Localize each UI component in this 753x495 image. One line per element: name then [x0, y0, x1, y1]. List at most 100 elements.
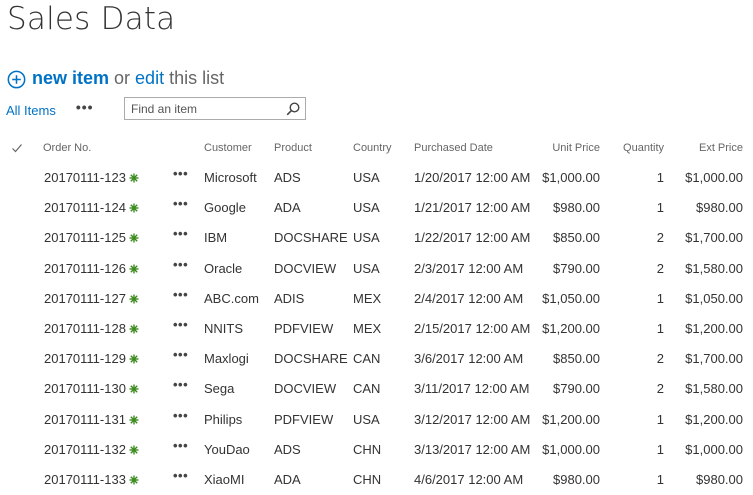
- product-cell-text: DOCVIEW: [274, 381, 337, 397]
- purchased-date-cell: 1/20/2017 12:00 AM: [414, 170, 530, 185]
- order-number-cell-text[interactable]: 20170111-123: [44, 170, 126, 185]
- row-menu-button[interactable]: •••: [173, 196, 188, 211]
- column-header-quantity[interactable]: Quantity: [623, 142, 664, 154]
- order-number-cell[interactable]: 20170111-124: [44, 200, 139, 215]
- quantity-cell-text: 2: [656, 351, 664, 367]
- customer-cell-text: Maxlogi: [204, 351, 249, 367]
- quantity-cell: 2: [657, 230, 664, 245]
- view-all-items[interactable]: All Items: [6, 103, 56, 118]
- product-cell: ADS: [274, 442, 301, 457]
- order-number-cell[interactable]: 20170111-130: [44, 381, 139, 396]
- new-item-star-icon: [129, 292, 139, 304]
- unit-price-cell-text: $850.00: [553, 230, 600, 246]
- order-number-cell[interactable]: 20170111-129: [44, 351, 139, 366]
- country-cell: CAN: [353, 351, 380, 366]
- table-row[interactable]: 20170111-126 Oracle DOCVIEW USA 2/3/2017 12:…: [0, 254, 753, 284]
- table-row[interactable]: 20170111-131 Philips PDFVIEW USA 3/12/2017 1…: [0, 405, 753, 435]
- row-menu-button[interactable]: •••: [173, 468, 188, 483]
- table-header: Order No. Customer Product Country Purch…: [0, 140, 753, 158]
- unit-price-cell-text: $1,200.00: [542, 411, 600, 427]
- customer-cell-text: Microsoft: [204, 170, 257, 185]
- quantity-cell-text: 1: [656, 441, 664, 457]
- purchased-date-cell-text: 1/20/2017 12:00 AM: [414, 170, 531, 185]
- order-number-cell[interactable]: 20170111-128: [44, 321, 139, 336]
- order-number-cell-text[interactable]: 20170111-132: [44, 442, 126, 457]
- edit-list-suffix: this list: [169, 67, 225, 88]
- order-number-cell[interactable]: 20170111-125: [44, 230, 139, 245]
- column-header-ext-price[interactable]: Ext Price: [699, 142, 743, 154]
- new-item-link[interactable]: new item: [32, 68, 109, 89]
- plus-circle-icon[interactable]: [7, 70, 26, 89]
- search-icon[interactable]: [286, 102, 300, 116]
- unit-price-cell: $1,050.00: [542, 291, 600, 306]
- select-all-checkmark-icon[interactable]: [11, 142, 23, 154]
- row-menu-button[interactable]: •••: [173, 408, 188, 423]
- quantity-cell: 1: [657, 291, 664, 306]
- customer-cell-text: Sega: [204, 381, 235, 397]
- product-cell-text: ADS: [274, 170, 301, 185]
- ext-price-cell-text: $1,580.00: [685, 381, 743, 397]
- ext-price-cell: $1,700.00: [685, 351, 743, 366]
- column-header-country[interactable]: Country: [353, 142, 392, 154]
- new-item-star-icon: [129, 443, 139, 455]
- edit-list-link[interactable]: edit: [135, 68, 164, 89]
- customer-cell: Maxlogi: [204, 351, 249, 366]
- customer-cell: ABC.com: [204, 291, 259, 306]
- country-cell-text: USA: [353, 230, 380, 246]
- row-menu-button[interactable]: •••: [173, 226, 188, 241]
- product-cell-text: DOCSHARE: [274, 230, 348, 246]
- row-menu-button[interactable]: •••: [173, 377, 188, 392]
- product-cell: PDFVIEW: [274, 321, 333, 336]
- product-cell-text: PDFVIEW: [274, 321, 334, 336]
- row-menu-button[interactable]: •••: [173, 287, 188, 302]
- order-number-cell-text[interactable]: 20170111-128: [44, 321, 126, 336]
- table-row[interactable]: 20170111-125 IBM DOCSHARE USA 1/22/2017 12:0…: [0, 223, 753, 253]
- purchased-date-cell: 3/11/2017 12:00 AM: [414, 381, 529, 396]
- column-header-unit-price[interactable]: Unit Price: [552, 142, 600, 154]
- table-row[interactable]: 20170111-130 Sega DOCVIEW CAN 3/11/2017 12:0…: [0, 374, 753, 404]
- column-header-order-no[interactable]: Order No.: [43, 142, 91, 154]
- unit-price-cell: $1,200.00: [542, 412, 600, 427]
- order-number-cell[interactable]: 20170111-133: [44, 472, 139, 487]
- table-row[interactable]: 20170111-127 ABC.com ADIS MEX 2/4/2017 12:00…: [0, 284, 753, 314]
- table-row[interactable]: 20170111-132 YouDao ADS CHN 3/13/2017 12:00 …: [0, 435, 753, 465]
- country-cell-text: MEX: [353, 290, 382, 306]
- product-cell: ADA: [274, 472, 301, 487]
- order-number-cell-text[interactable]: 20170111-131: [44, 412, 126, 427]
- order-number-cell[interactable]: 20170111-127: [44, 291, 139, 306]
- customer-cell: XiaoMI: [204, 472, 244, 487]
- column-header-product[interactable]: Product: [274, 142, 312, 154]
- order-number-cell-text[interactable]: 20170111-126: [44, 261, 126, 276]
- row-menu-button[interactable]: •••: [173, 317, 188, 332]
- row-menu-button[interactable]: •••: [173, 347, 188, 362]
- order-number-cell-text[interactable]: 20170111-124: [44, 200, 126, 215]
- order-number-cell-text[interactable]: 20170111-129: [44, 351, 126, 366]
- order-number-cell[interactable]: 20170111-126: [44, 261, 139, 276]
- table-row[interactable]: 20170111-123 Microsoft ADS USA 1/20/2017 12:…: [0, 163, 753, 193]
- table-row[interactable]: 20170111-124 Google ADA USA 1/21/2017 12:00 …: [0, 193, 753, 223]
- column-header-customer[interactable]: Customer: [204, 142, 252, 154]
- purchased-date-cell: 1/22/2017 12:00 AM: [414, 230, 530, 245]
- unit-price-cell: $790.00: [553, 381, 600, 396]
- ext-price-cell: $980.00: [696, 200, 743, 215]
- table-row[interactable]: 20170111-128 NNITS PDFVIEW MEX 2/15/2017 12:…: [0, 314, 753, 344]
- order-number-cell[interactable]: 20170111-132: [44, 442, 139, 457]
- table-row[interactable]: 20170111-129 Maxlogi DOCSHARE CAN 3/6/2017 1…: [0, 344, 753, 374]
- row-menu-button[interactable]: •••: [173, 438, 188, 453]
- search-input[interactable]: [125, 98, 281, 119]
- customer-cell: Sega: [204, 381, 234, 396]
- order-number-cell-text[interactable]: 20170111-127: [44, 291, 126, 306]
- order-number-cell-text[interactable]: 20170111-133: [44, 472, 126, 487]
- column-header-purchased-date[interactable]: Purchased Date: [414, 142, 493, 154]
- unit-price-cell: $850.00: [553, 230, 600, 245]
- order-number-cell-text[interactable]: 20170111-125: [44, 230, 126, 245]
- table-row[interactable]: 20170111-133 XiaoMI ADA CHN 4/6/2017 12:00 A…: [0, 465, 753, 495]
- quantity-cell-text: 1: [656, 411, 664, 427]
- customer-cell-text: ABC.com: [204, 290, 259, 306]
- order-number-cell[interactable]: 20170111-131: [44, 412, 139, 427]
- order-number-cell[interactable]: 20170111-123: [44, 170, 139, 185]
- view-more-button[interactable]: •••: [76, 99, 94, 115]
- row-menu-button[interactable]: •••: [173, 166, 188, 181]
- order-number-cell-text[interactable]: 20170111-130: [44, 381, 126, 396]
- row-menu-button[interactable]: •••: [173, 257, 188, 272]
